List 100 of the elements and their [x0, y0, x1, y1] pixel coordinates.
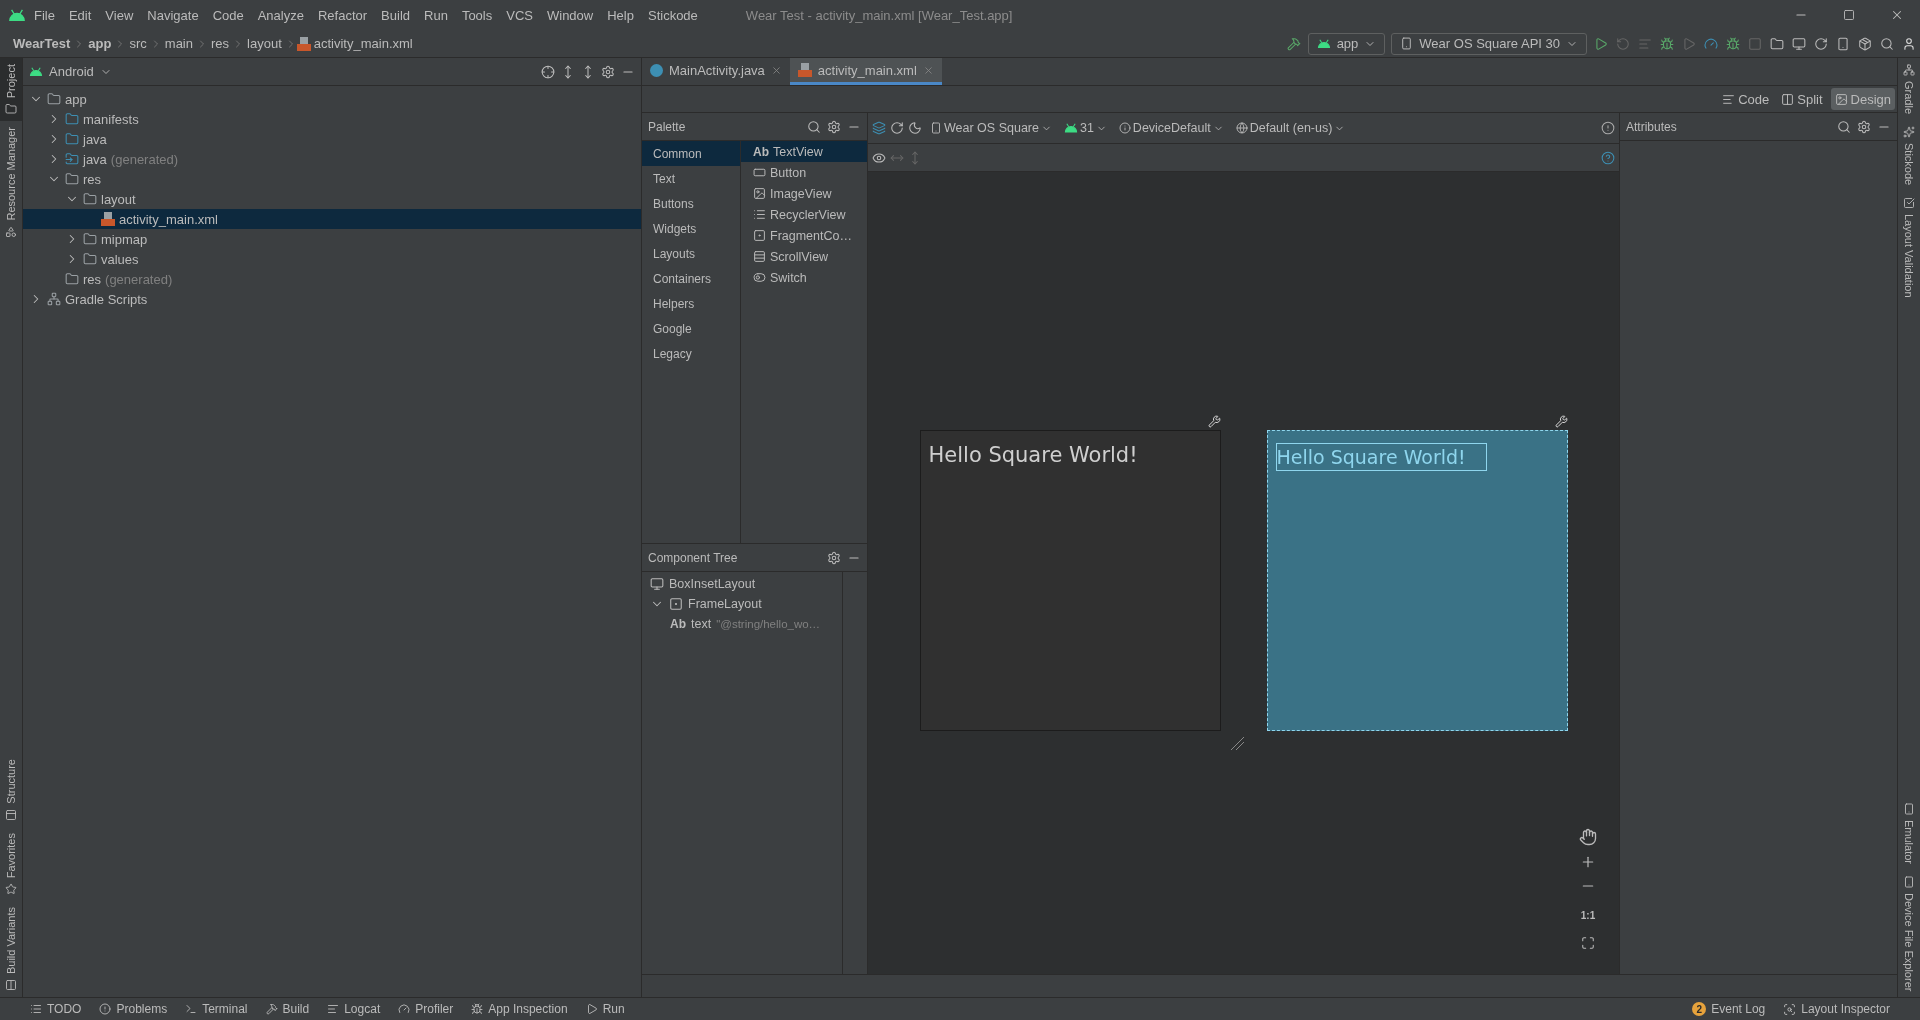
folder-icon[interactable]: [1770, 36, 1784, 51]
palette-category[interactable]: Layouts: [642, 241, 740, 266]
palette-item[interactable]: RecyclerView: [741, 204, 867, 225]
breadcrumb-item[interactable]: activity_main.xml: [310, 36, 416, 51]
palette-category[interactable]: Widgets: [642, 216, 740, 241]
tool-window-button[interactable]: Gradle: [1898, 58, 1920, 121]
breadcrumb-item[interactable]: WearTest: [10, 36, 74, 51]
palette-category[interactable]: Google: [642, 316, 740, 341]
bug-arrow-icon[interactable]: [1726, 36, 1740, 51]
tool-window-button[interactable]: Emulator: [1898, 796, 1920, 870]
settings-icon[interactable]: [827, 119, 841, 134]
phone-icon[interactable]: [1836, 36, 1850, 51]
crosshair-icon[interactable]: [541, 64, 555, 79]
spark-icon[interactable]: [1903, 126, 1915, 139]
validation-icon[interactable]: [1903, 197, 1915, 210]
tool-window-button[interactable]: Project: [0, 58, 22, 122]
bug-icon[interactable]: [1660, 36, 1674, 51]
settings-icon[interactable]: [1857, 119, 1871, 134]
package-icon[interactable]: [1858, 36, 1872, 51]
monitor-icon[interactable]: [1792, 36, 1806, 51]
menu-item[interactable]: File: [28, 7, 61, 23]
api-level-dropdown[interactable]: 31: [1059, 121, 1111, 135]
breadcrumb-item[interactable]: main: [161, 36, 196, 51]
tool-window-button[interactable]: Run: [585, 1002, 625, 1016]
palette-item[interactable]: Ab TextView: [741, 141, 867, 162]
palette-category[interactable]: Legacy: [642, 341, 740, 366]
palette-category[interactable]: Helpers: [642, 291, 740, 316]
tool-window-button[interactable]: Layout Validation: [1898, 191, 1920, 304]
component-tree-item[interactable]: BoxInsetLayout: [642, 574, 842, 594]
menu-item[interactable]: Refactor: [311, 7, 374, 23]
zoom-in-icon[interactable]: [1580, 854, 1596, 870]
layout-inspector-button[interactable]: Layout Inspector: [1783, 1002, 1890, 1016]
breadcrumb-item[interactable]: res: [208, 36, 233, 51]
avatar-icon[interactable]: [1902, 36, 1916, 51]
eye-icon[interactable]: [872, 150, 886, 165]
shapes-icon[interactable]: [5, 225, 17, 238]
palette-item[interactable]: ScrollView: [741, 246, 867, 267]
tool-window-button[interactable]: Stickode: [1898, 120, 1920, 192]
component-tree-item[interactable]: Ab text "@string/hello_wo…: [642, 614, 842, 634]
menu-item[interactable]: Build: [375, 7, 416, 23]
palette-category[interactable]: Buttons: [642, 191, 740, 216]
palette-item[interactable]: ImageView: [741, 183, 867, 204]
tool-window-button[interactable]: Structure: [0, 753, 22, 827]
menu-item[interactable]: Tools: [455, 7, 499, 23]
menu-item[interactable]: Edit: [62, 7, 98, 23]
close-icon[interactable]: [1890, 8, 1904, 22]
menu-item[interactable]: Navigate: [141, 7, 205, 23]
layers-icon[interactable]: [872, 121, 886, 135]
editor-tab[interactable]: activity_main.xml: [789, 58, 942, 85]
tool-window-button[interactable]: Terminal: [185, 1002, 248, 1016]
resize-handle-icon[interactable]: [1228, 735, 1245, 751]
close-icon[interactable]: [770, 64, 782, 76]
menu-item[interactable]: Run: [418, 7, 454, 23]
settings-icon[interactable]: [827, 550, 841, 565]
menu-item[interactable]: VCS: [500, 7, 539, 23]
star-icon[interactable]: [5, 882, 17, 895]
device-dropdown[interactable]: Wear OS Square: [926, 121, 1056, 135]
tree-item[interactable]: Gradle Scripts: [23, 289, 641, 309]
breadcrumb-item[interactable]: layout: [244, 36, 285, 51]
search-icon[interactable]: [807, 119, 821, 134]
tree-item[interactable]: java: [23, 129, 641, 149]
tree-item[interactable]: layout: [23, 189, 641, 209]
tree-item[interactable]: activity_main.xml: [23, 209, 641, 229]
view-mode-button[interactable]: Split: [1777, 88, 1827, 110]
tree-item[interactable]: app: [23, 89, 641, 109]
rotate-icon[interactable]: [890, 121, 904, 135]
hammer-icon[interactable]: [1286, 36, 1301, 51]
search-icon[interactable]: [1880, 36, 1894, 51]
sync-icon[interactable]: [1814, 36, 1828, 51]
menu-item[interactable]: Code: [206, 7, 250, 23]
tool-window-button[interactable]: Profiler: [398, 1002, 454, 1016]
breadcrumb-item[interactable]: app: [85, 36, 115, 51]
project-view-dropdown[interactable]: Android: [49, 64, 94, 79]
phone-icon[interactable]: [1903, 802, 1915, 815]
help-icon[interactable]: [1601, 150, 1615, 165]
phone-icon[interactable]: [1903, 875, 1915, 888]
search-icon[interactable]: [1837, 119, 1851, 134]
tree-item[interactable]: res (generated): [23, 269, 641, 289]
tool-window-button[interactable]: Build Variants: [0, 900, 22, 997]
editor-tab[interactable]: MainActivity.java: [642, 58, 790, 85]
wrench-icon[interactable]: [1207, 415, 1221, 428]
play-icon[interactable]: [1594, 36, 1608, 51]
palette-category[interactable]: Common: [642, 141, 740, 166]
palette-item[interactable]: Switch: [741, 267, 867, 288]
tool-window-button[interactable]: Logcat: [327, 1002, 381, 1016]
folder-icon[interactable]: [5, 103, 17, 116]
component-tree-item[interactable]: FrameLayout: [642, 594, 842, 614]
view-mode-button[interactable]: Code: [1718, 88, 1774, 110]
tree-item[interactable]: res: [23, 169, 641, 189]
menu-item[interactable]: Stickode: [641, 7, 704, 23]
event-log-button[interactable]: 2 Event Log: [1692, 1002, 1766, 1016]
tool-window-button[interactable]: Device File Explorer: [1898, 869, 1920, 997]
run-configuration-dropdown[interactable]: app: [1307, 32, 1386, 55]
fit-screen-icon[interactable]: [1581, 936, 1595, 950]
warning-icon[interactable]: [1601, 121, 1615, 135]
settings-icon[interactable]: [601, 64, 615, 79]
gauge-icon[interactable]: [1704, 36, 1718, 51]
palette-category[interactable]: Containers: [642, 266, 740, 291]
view-mode-button[interactable]: Design: [1830, 88, 1895, 110]
tree-item[interactable]: java (generated): [23, 149, 641, 169]
